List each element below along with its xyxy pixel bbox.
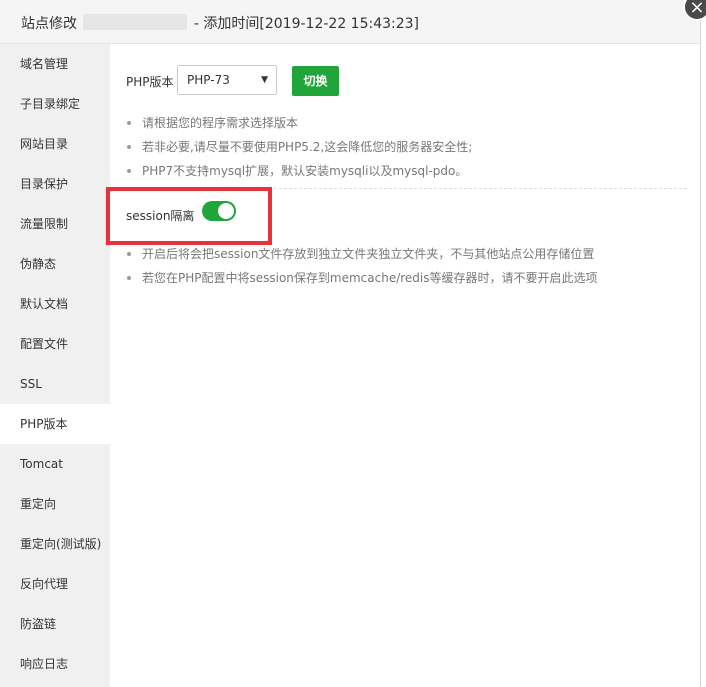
switch-button[interactable]: 切换 <box>292 66 339 96</box>
sidebar-item-rewrite[interactable]: 伪静态 <box>0 244 110 284</box>
sidebar-item-php-version[interactable]: PHP版本 <box>0 404 110 444</box>
sidebar-item-traffic-limit[interactable]: 流量限制 <box>0 204 110 244</box>
highlight-annotation <box>106 187 272 245</box>
sidebar: 域名管理 子目录绑定 网站目录 目录保护 流量限制 伪静态 默认文档 配置文件 … <box>0 44 110 687</box>
php-version-selected: PHP-73 <box>187 73 230 87</box>
sidebar-item-site-directory[interactable]: 网站目录 <box>0 124 110 164</box>
sidebar-item-redirect[interactable]: 重定向 <box>0 484 110 524</box>
sidebar-item-hotlink-protection[interactable]: 防盗链 <box>0 604 110 644</box>
sidebar-item-response-log[interactable]: 响应日志 <box>0 644 110 684</box>
sidebar-item-domain[interactable]: 域名管理 <box>0 44 110 84</box>
list-item: 请根据您的程序需求选择版本 <box>110 111 472 135</box>
dialog-titlebar: 站点修改 - 添加时间[2019-12-22 15:43:23] <box>0 0 700 44</box>
chevron-down-icon: ▼ <box>261 75 268 85</box>
sidebar-item-redirect-beta[interactable]: 重定向(测试版) <box>0 524 110 564</box>
list-item: PHP7不支持mysql扩展，默认安装mysqli以及mysql-pdo。 <box>110 159 472 183</box>
session-tips-list: 开启后将会把session文件存放到独立文件夹独立文件夹，不与其他站点公用存储位… <box>110 242 598 290</box>
php-version-select[interactable]: PHP-73 ▼ <box>177 65 277 95</box>
php-version-label: PHP版本 <box>126 75 174 89</box>
sidebar-item-dir-protection[interactable]: 目录保护 <box>0 164 110 204</box>
sidebar-item-default-doc[interactable]: 默认文档 <box>0 284 110 324</box>
sidebar-item-config-file[interactable]: 配置文件 <box>0 324 110 364</box>
dialog-title-prefix: 站点修改 <box>21 16 77 32</box>
list-item: 若非必要,请尽量不要使用PHP5.2,这会降低您的服务器安全性; <box>110 135 472 159</box>
sidebar-item-tomcat[interactable]: Tomcat <box>0 444 110 484</box>
dialog-title: 站点修改 - 添加时间[2019-12-22 15:43:23] <box>21 13 419 33</box>
dialog-title-suffix: - 添加时间[2019-12-22 15:43:23] <box>193 16 420 32</box>
redacted-domain <box>83 14 188 30</box>
php-tips-list: 请根据您的程序需求选择版本 若非必要,请尽量不要使用PHP5.2,这会降低您的服… <box>110 111 472 183</box>
list-item: 若您在PHP配置中将session保存到memcache/redis等缓存器时，… <box>110 266 598 290</box>
sidebar-item-reverse-proxy[interactable]: 反向代理 <box>0 564 110 604</box>
sidebar-item-subdirectory[interactable]: 子目录绑定 <box>0 84 110 124</box>
php-settings-panel: PHP版本 PHP-73 ▼ 切换 请根据您的程序需求选择版本 若非必要,请尽量… <box>110 44 700 687</box>
site-edit-dialog: 站点修改 - 添加时间[2019-12-22 15:43:23] 域名管理 子目… <box>0 0 701 687</box>
list-item: 开启后将会把session文件存放到独立文件夹独立文件夹，不与其他站点公用存储位… <box>110 242 598 266</box>
sidebar-item-ssl[interactable]: SSL <box>0 364 110 404</box>
